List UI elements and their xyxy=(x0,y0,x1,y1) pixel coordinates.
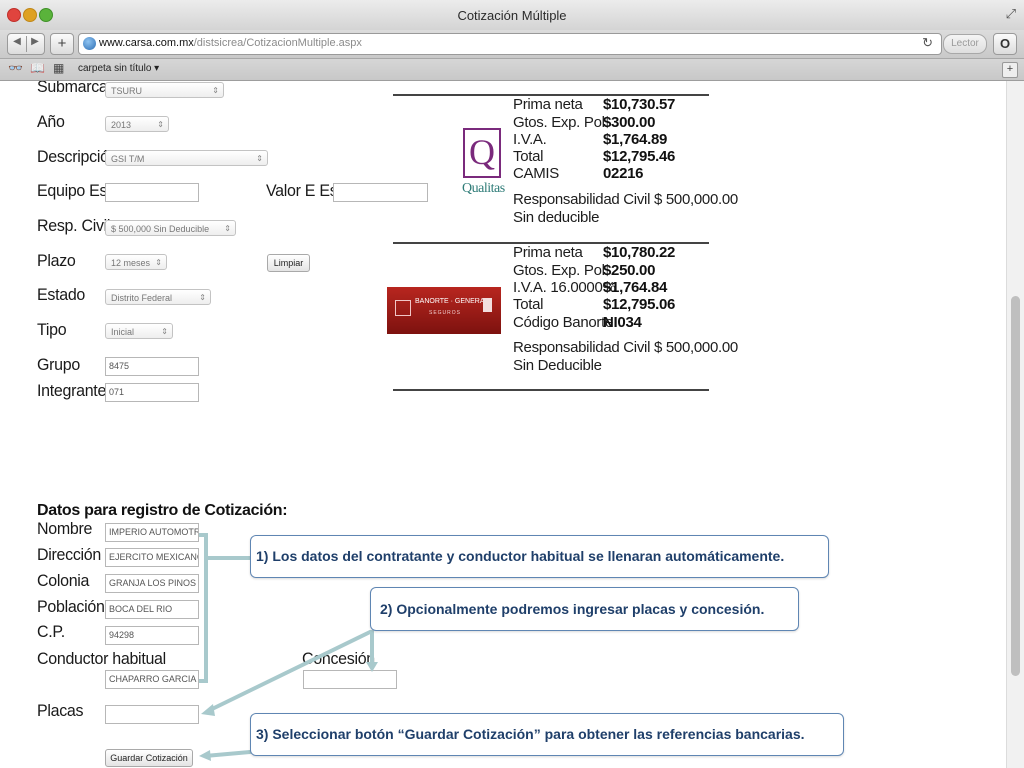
arrow-2b-head xyxy=(366,662,378,672)
arrow-3-line xyxy=(203,750,252,758)
arrow-2a-line xyxy=(206,630,372,713)
callout-2: 2) Opcionalmente podremos ingresar placa… xyxy=(370,587,799,631)
arrow-3-head xyxy=(199,750,211,761)
browser-window: Cotización Múltiple ⤢ ◀ ▶ + www.carsa.co… xyxy=(0,0,1024,768)
callout-arrows xyxy=(199,556,378,761)
callout-1: 1) Los datos del contratante y conductor… xyxy=(250,535,829,578)
callout-3: 3) Seleccionar botón “Guardar Cotización… xyxy=(250,713,844,756)
arrow-2a-head xyxy=(201,704,215,716)
